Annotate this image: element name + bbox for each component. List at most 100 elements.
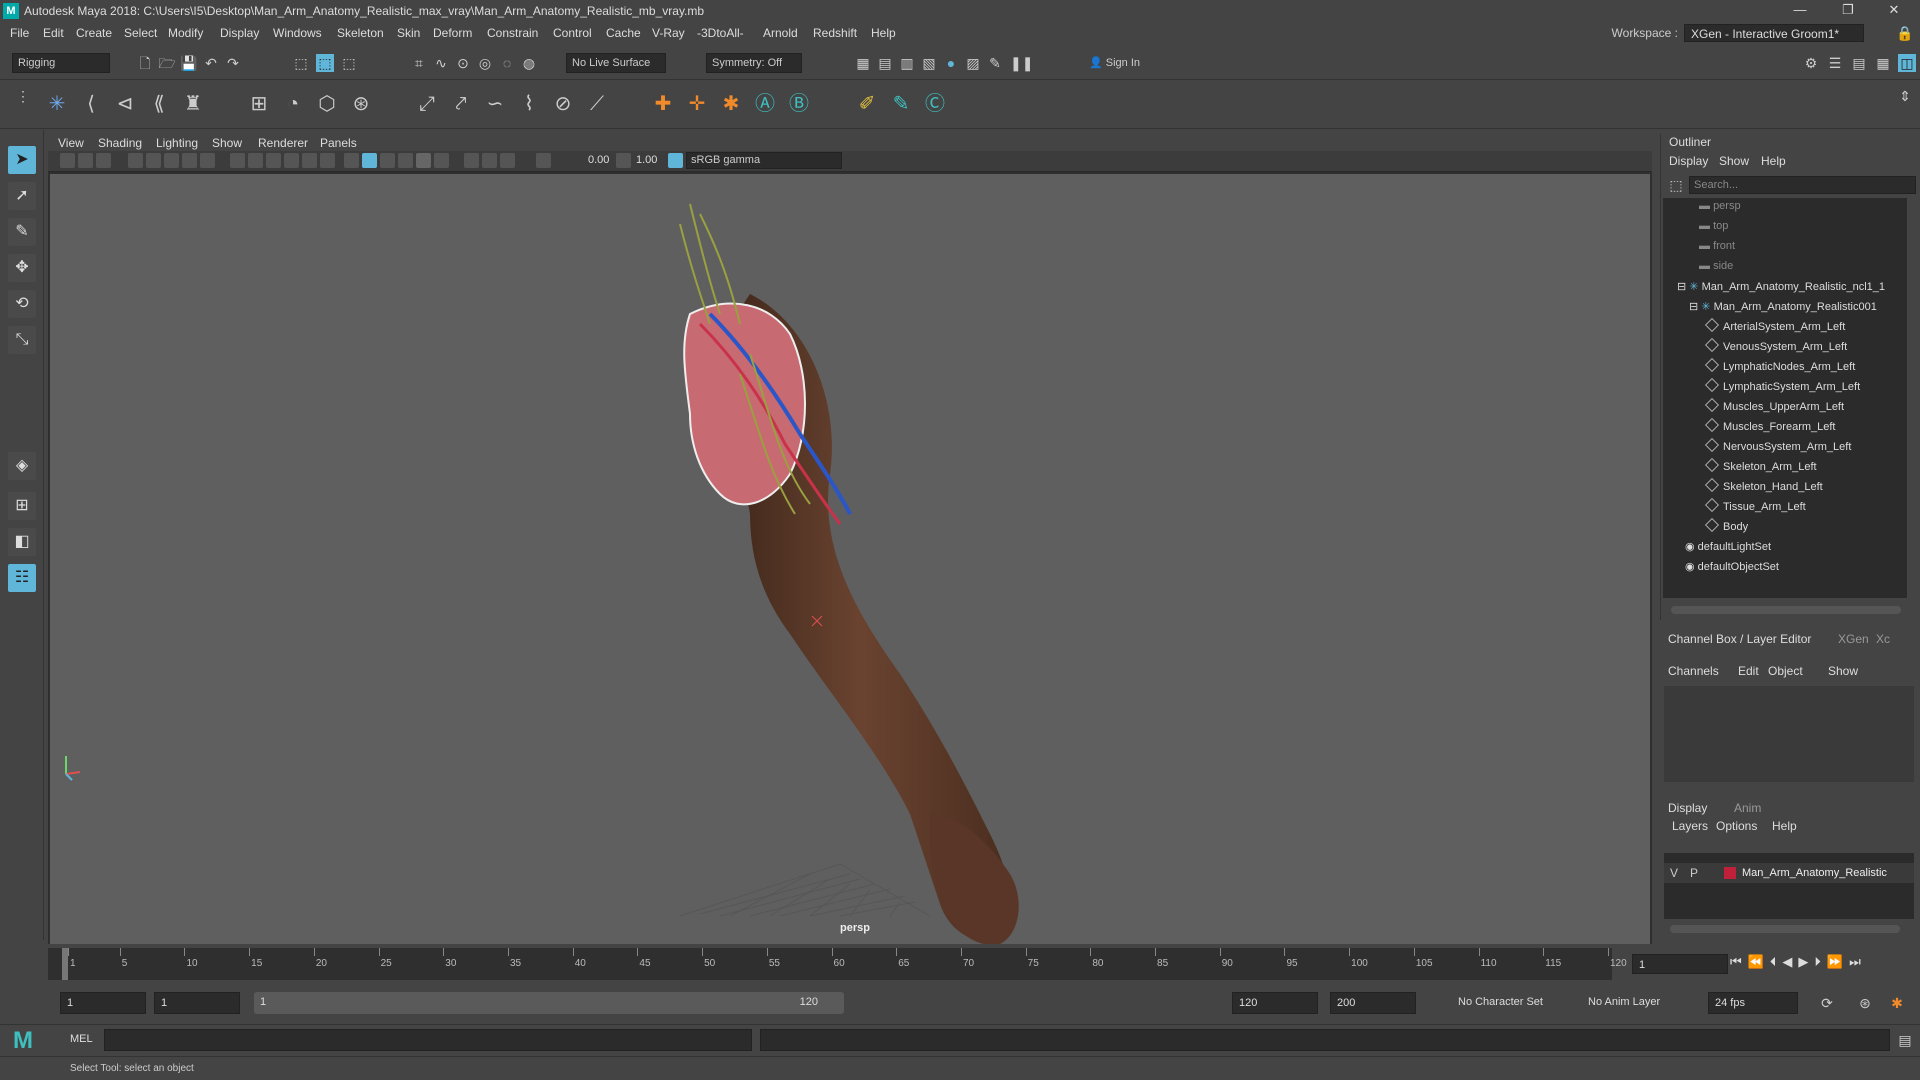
- select-tool-icon[interactable]: ➤: [8, 146, 36, 174]
- range-slider[interactable]: 1 120: [254, 992, 844, 1014]
- outliner-item[interactable]: ⊟ ✳ Man_Arm_Anatomy_Realistic_ncl1_1: [1677, 280, 1885, 298]
- menu-vray[interactable]: V-Ray: [652, 26, 685, 40]
- lock-icon[interactable]: 🔒: [1896, 24, 1914, 42]
- menu-skeleton[interactable]: Skeleton: [337, 26, 384, 40]
- channel-box-icon[interactable]: ▦: [1874, 54, 1892, 72]
- maximize-button[interactable]: ❐: [1828, 2, 1868, 20]
- panel-menu-lighting[interactable]: Lighting: [156, 136, 198, 150]
- menu-redshift[interactable]: Redshift: [813, 26, 857, 40]
- help-menu[interactable]: Help: [1772, 819, 1797, 833]
- insert-joint-icon[interactable]: ⟨: [78, 91, 104, 117]
- quick-rig-icon[interactable]: ♜: [180, 91, 206, 117]
- menu-file[interactable]: File: [10, 26, 29, 40]
- paint-effects-icon[interactable]: ✐: [854, 91, 880, 117]
- start-time-field[interactable]: 1: [60, 992, 146, 1014]
- ik-handle-icon[interactable]: ⤢: [414, 91, 440, 117]
- auto-key-icon[interactable]: ⊛: [1856, 994, 1874, 1012]
- snap-view-icon[interactable]: ◎: [476, 54, 494, 72]
- new-scene-icon[interactable]: 🗋: [136, 54, 154, 72]
- menu-modify[interactable]: Modify: [168, 26, 203, 40]
- outliner-item[interactable]: ▬ persp: [1699, 200, 1741, 218]
- attribute-editor-icon[interactable]: ☰: [1826, 54, 1844, 72]
- outliner-item[interactable]: ⊟ ✳ Man_Arm_Anatomy_Realistic001: [1689, 300, 1877, 318]
- humanik-icon[interactable]: ✱: [718, 91, 744, 117]
- channels-menu[interactable]: Channels: [1668, 664, 1719, 678]
- layer-hscrollbar[interactable]: [1670, 925, 1900, 933]
- layers-menu[interactable]: Layers: [1672, 819, 1708, 833]
- menu-help[interactable]: Help: [871, 26, 896, 40]
- layout-single-icon[interactable]: ◈: [8, 452, 36, 480]
- lattice-icon[interactable]: ⬡: [314, 91, 340, 117]
- wireframe-icon[interactable]: [230, 153, 245, 168]
- snap-surface-icon[interactable]: ◌: [498, 54, 516, 72]
- textured-icon[interactable]: [380, 153, 395, 168]
- layer-row[interactable]: V P Man_Arm_Anatomy_Realistic: [1664, 863, 1914, 883]
- move-tool-icon[interactable]: ✥: [8, 254, 36, 282]
- field-chart-icon[interactable]: [302, 153, 317, 168]
- shelf-options-icon[interactable]: ⋮: [14, 87, 32, 105]
- vray-frame-icon[interactable]: ▨: [964, 54, 982, 72]
- ipr-render-icon[interactable]: ▥: [898, 54, 916, 72]
- vray-render-icon[interactable]: ●: [942, 54, 960, 72]
- undo-icon[interactable]: ↶: [202, 54, 220, 72]
- rotate-tool-icon[interactable]: ⟲: [8, 290, 36, 318]
- select-hierarchy-icon[interactable]: ⬚: [292, 54, 310, 72]
- isolate-select-icon[interactable]: [464, 153, 479, 168]
- outliner-tree[interactable]: ▬ persp ▬ top ▬ front ▬ side ⊟ ✳ Man_Arm…: [1663, 198, 1907, 598]
- paint-weights-icon[interactable]: ◔: [280, 91, 306, 117]
- menu-skin[interactable]: Skin: [397, 26, 420, 40]
- menu-select[interactable]: Select: [124, 26, 157, 40]
- live-surface-field[interactable]: No Live Surface: [566, 53, 666, 73]
- step-forward-frame-icon[interactable]: ⏵: [1814, 954, 1821, 970]
- gamma-value[interactable]: 1.00: [636, 154, 657, 166]
- rig-tool-a-icon[interactable]: Ⓐ: [752, 91, 778, 117]
- go-to-end-icon[interactable]: ⏭: [1849, 954, 1861, 970]
- render-settings-icon[interactable]: ▧: [920, 54, 938, 72]
- sign-in-dropdown[interactable]: 👤 Sign In: [1084, 53, 1198, 73]
- layout-two-icon[interactable]: ◧: [8, 528, 36, 556]
- paint-select-icon[interactable]: ✎: [8, 218, 36, 246]
- script-language-toggle[interactable]: MEL: [70, 1033, 93, 1045]
- rig-tool-c-icon[interactable]: Ⓒ: [922, 91, 948, 117]
- render-frame-icon[interactable]: ▦: [854, 54, 872, 72]
- outliner-menu-display[interactable]: Display: [1669, 154, 1708, 168]
- xray-joints-icon[interactable]: [500, 153, 515, 168]
- select-object-icon[interactable]: ⬚: [316, 54, 334, 72]
- outliner-menu-show[interactable]: Show: [1719, 154, 1749, 168]
- minimize-button[interactable]: —: [1780, 2, 1820, 20]
- play-forward-icon[interactable]: ▶: [1798, 954, 1808, 970]
- shadows-icon[interactable]: [416, 153, 431, 168]
- menu-constrain[interactable]: Constrain: [487, 26, 538, 40]
- ambient-occlusion-icon[interactable]: [434, 153, 449, 168]
- time-slider[interactable]: 1 5 10 15 20 25 30 35 40 45 50 55 60 65 70 75 80 85 90 95 10…: [48, 948, 1627, 980]
- outliner-toggle-icon[interactable]: ◫: [1898, 54, 1916, 72]
- layer-name[interactable]: Man_Arm_Anatomy_Realistic: [1742, 867, 1887, 879]
- tab-display[interactable]: Display: [1668, 801, 1707, 815]
- menu-control[interactable]: Control: [553, 26, 592, 40]
- panel-menu-show[interactable]: Show: [212, 136, 242, 150]
- play-backward-icon[interactable]: ◀: [1782, 954, 1792, 970]
- brush-icon[interactable]: ✎: [888, 91, 914, 117]
- loop-icon[interactable]: ⟳: [1818, 994, 1836, 1012]
- outliner-item[interactable]: NervousSystem_Arm_Left: [1704, 437, 1851, 458]
- menu-create[interactable]: Create: [76, 26, 112, 40]
- outliner-item[interactable]: Body: [1704, 517, 1748, 538]
- menuset-dropdown[interactable]: Rigging: [12, 53, 110, 73]
- anim-layer-dropdown[interactable]: No Anim Layer: [1588, 996, 1660, 1008]
- shelf-scroll-icon[interactable]: ⇕: [1896, 87, 1914, 105]
- snap-grid-icon[interactable]: ⌗: [410, 54, 428, 72]
- snap-vertex-icon[interactable]: ◍: [520, 54, 538, 72]
- save-scene-icon[interactable]: 💾: [180, 54, 198, 72]
- outliner-item[interactable]: Muscles_UpperArm_Left: [1704, 397, 1844, 418]
- outliner-item[interactable]: LymphaticNodes_Arm_Left: [1704, 357, 1855, 378]
- collapse-icon[interactable]: ⊟: [1689, 301, 1701, 313]
- collapse-icon[interactable]: ⊟: [1677, 281, 1689, 293]
- outliner-menu-help[interactable]: Help: [1761, 154, 1786, 168]
- panel-menu-panels[interactable]: Panels: [320, 136, 357, 150]
- step-back-key-icon[interactable]: ⏪: [1748, 954, 1764, 970]
- character-set-dropdown[interactable]: No Character Set: [1458, 996, 1543, 1008]
- go-to-start-icon[interactable]: ⏮: [1730, 954, 1742, 970]
- outliner-item[interactable]: ◉ defaultObjectSet: [1685, 560, 1779, 578]
- playback-start-field[interactable]: 1: [154, 992, 240, 1014]
- symmetry-dropdown[interactable]: Symmetry: Off: [706, 53, 802, 73]
